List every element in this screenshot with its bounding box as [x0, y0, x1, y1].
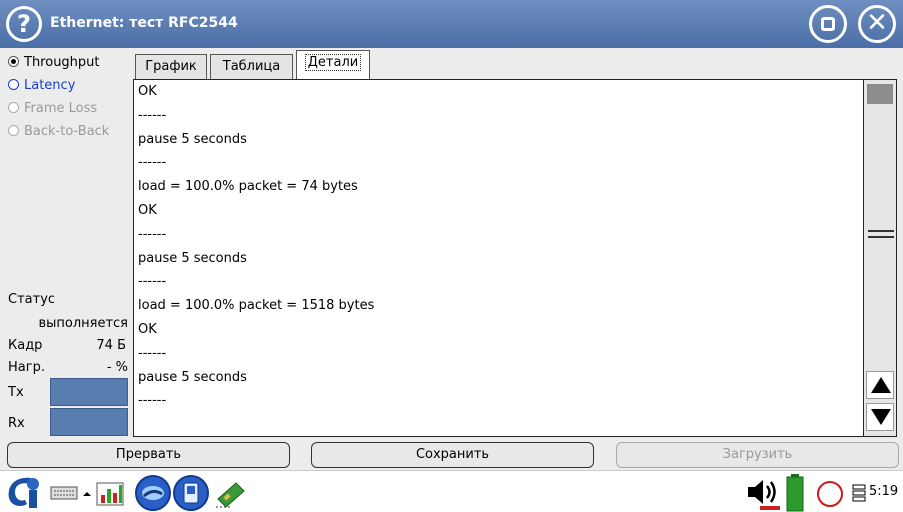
- card-icon[interactable]: [214, 477, 246, 509]
- details-log[interactable]: OK ------ pause 5 seconds ------ load = …: [133, 79, 864, 437]
- tx-bar: [50, 378, 128, 406]
- chevron-up-icon[interactable]: [82, 491, 92, 497]
- frame-label: Кадр: [8, 338, 43, 353]
- radio-label: Latency: [24, 78, 76, 93]
- scrollbar[interactable]: [864, 79, 897, 437]
- title-bar: ? Ethernet: тест RFC2544 ✕: [0, 0, 903, 48]
- abort-button[interactable]: Прервать: [7, 442, 290, 468]
- log-line: ------: [138, 226, 167, 242]
- globe-icon[interactable]: [134, 474, 172, 512]
- radio-dot-icon: [8, 79, 19, 90]
- network-icon[interactable]: [95, 477, 127, 509]
- load-button: Загрузить: [616, 442, 899, 468]
- status-label: Статус: [8, 292, 56, 307]
- tab-details-label: Детали: [304, 54, 362, 71]
- radio-label: Throughput: [24, 55, 100, 70]
- log-line: ------: [138, 107, 167, 123]
- battery-icon[interactable]: [786, 474, 804, 512]
- record-icon[interactable]: [815, 479, 845, 509]
- radio-dot-icon: [8, 56, 19, 67]
- scroll-down-icon[interactable]: [866, 403, 894, 431]
- log-line: pause 5 seconds: [138, 369, 247, 385]
- clock[interactable]: 5:19: [869, 484, 898, 499]
- scroll-thumb[interactable]: [867, 84, 893, 104]
- scroll-up-icon[interactable]: [866, 371, 894, 399]
- log-line: OK: [138, 321, 157, 337]
- load-value: - %: [106, 360, 128, 375]
- close-icon[interactable]: ✕: [858, 5, 896, 43]
- log-line: ------: [138, 155, 167, 171]
- log-line: pause 5 seconds: [138, 131, 247, 147]
- stop-icon[interactable]: [809, 5, 847, 43]
- load-label: Нагр.: [8, 360, 45, 375]
- pda-icon[interactable]: [172, 474, 210, 512]
- rx-bar: [50, 408, 128, 436]
- tab-table[interactable]: Таблица: [210, 54, 293, 80]
- radio-throughput[interactable]: Throughput: [8, 55, 100, 75]
- radio-label: Back-to-Back: [24, 124, 110, 139]
- frame-value: 74 Б: [96, 338, 126, 353]
- log-line: OK: [138, 84, 157, 99]
- volume-level-icon: [760, 506, 780, 510]
- radio-latency[interactable]: Latency: [8, 78, 75, 98]
- save-button[interactable]: Сохранить: [311, 442, 594, 468]
- radio-label: Frame Loss: [24, 101, 98, 116]
- radio-dot-icon: [8, 102, 19, 113]
- log-line: ------: [138, 274, 167, 290]
- log-line: pause 5 seconds: [138, 250, 247, 266]
- start-icon[interactable]: [3, 474, 43, 510]
- radio-back-to-back: Back-to-Back: [8, 124, 109, 144]
- log-line: ------: [138, 345, 167, 361]
- log-line: OK: [138, 202, 157, 218]
- window-title: Ethernet: тест RFC2544: [50, 15, 238, 31]
- status-value: выполняется: [38, 316, 128, 331]
- tx-label: Tx: [8, 385, 24, 400]
- tab-graph[interactable]: График: [135, 54, 207, 80]
- speaker-icon[interactable]: [745, 477, 781, 507]
- radio-frame-loss: Frame Loss: [8, 101, 97, 121]
- rx-label: Rx: [8, 416, 25, 431]
- help-icon[interactable]: ?: [6, 6, 42, 42]
- grip-icon[interactable]: [868, 230, 894, 238]
- keyboard-icon[interactable]: [50, 485, 80, 501]
- storage-icon[interactable]: [852, 484, 866, 502]
- taskbar: 5:19: [0, 470, 903, 512]
- tab-details[interactable]: Детали: [296, 50, 370, 80]
- log-line: load = 100.0% packet = 74 bytes: [138, 179, 358, 195]
- log-line: load = 100.0% packet = 1518 bytes: [138, 298, 375, 314]
- log-line: ------: [138, 393, 167, 409]
- radio-dot-icon: [8, 125, 19, 136]
